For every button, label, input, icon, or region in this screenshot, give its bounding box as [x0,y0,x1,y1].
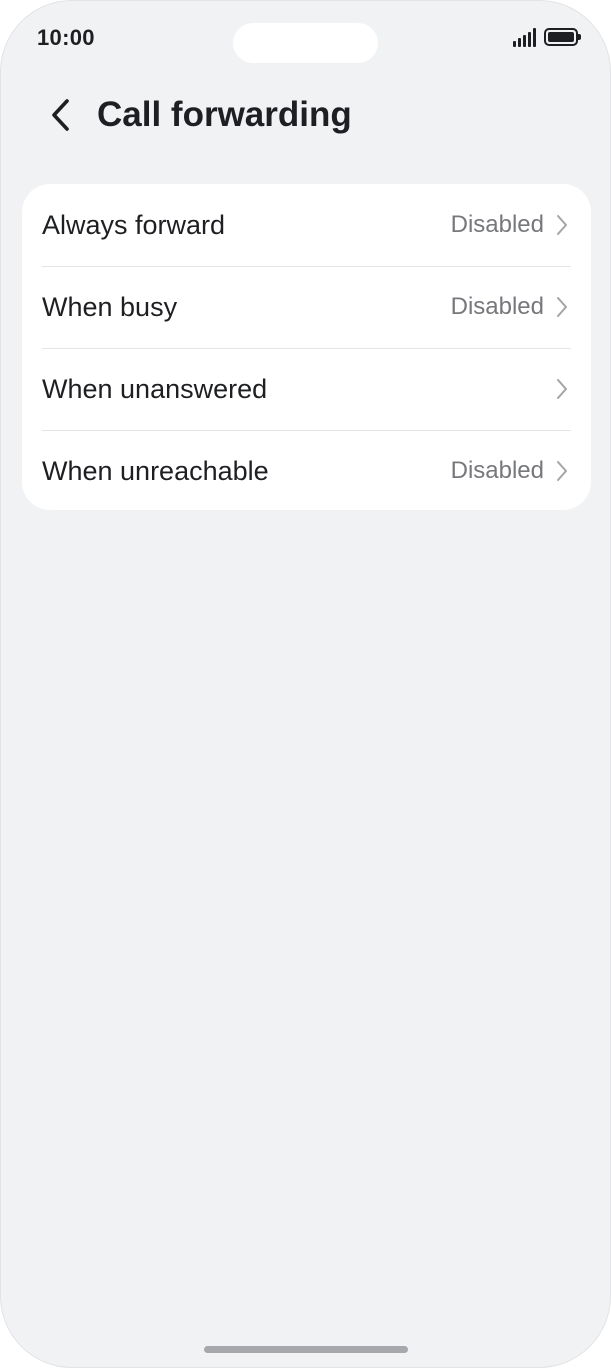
camera-notch [233,23,378,63]
row-label: When busy [42,291,178,322]
chevron-right-icon [555,213,569,237]
cellular-signal-icon [513,27,536,47]
chevron-right-icon [555,459,569,483]
always-forward-row[interactable]: Always forward Disabled [22,184,591,266]
row-label: Always forward [42,209,226,240]
when-busy-row[interactable]: When busy Disabled [22,266,591,348]
row-label: When unreachable [42,455,269,486]
battery-full-icon [544,28,581,46]
row-status: Disabled [450,457,544,484]
chevron-left-icon [52,99,69,131]
status-time: 10:00 [37,25,95,50]
row-label: When unanswered [42,373,268,404]
back-button[interactable] [39,93,83,137]
chevron-right-icon [555,295,569,319]
when-unreachable-row[interactable]: When unreachable Disabled [22,430,591,510]
phone-screen: 10:00 Call forwarding Always forward Dis… [0,0,611,1368]
home-indicator[interactable] [204,1346,408,1353]
when-unanswered-row[interactable]: When unanswered [22,348,591,430]
status-icons [513,27,581,47]
page-title: Call forwarding [97,95,352,134]
forwarding-options-card: Always forward Disabled When busy Disabl… [22,184,591,510]
row-status: Disabled [450,211,544,238]
chevron-right-icon [555,377,569,401]
row-status: Disabled [450,293,544,320]
